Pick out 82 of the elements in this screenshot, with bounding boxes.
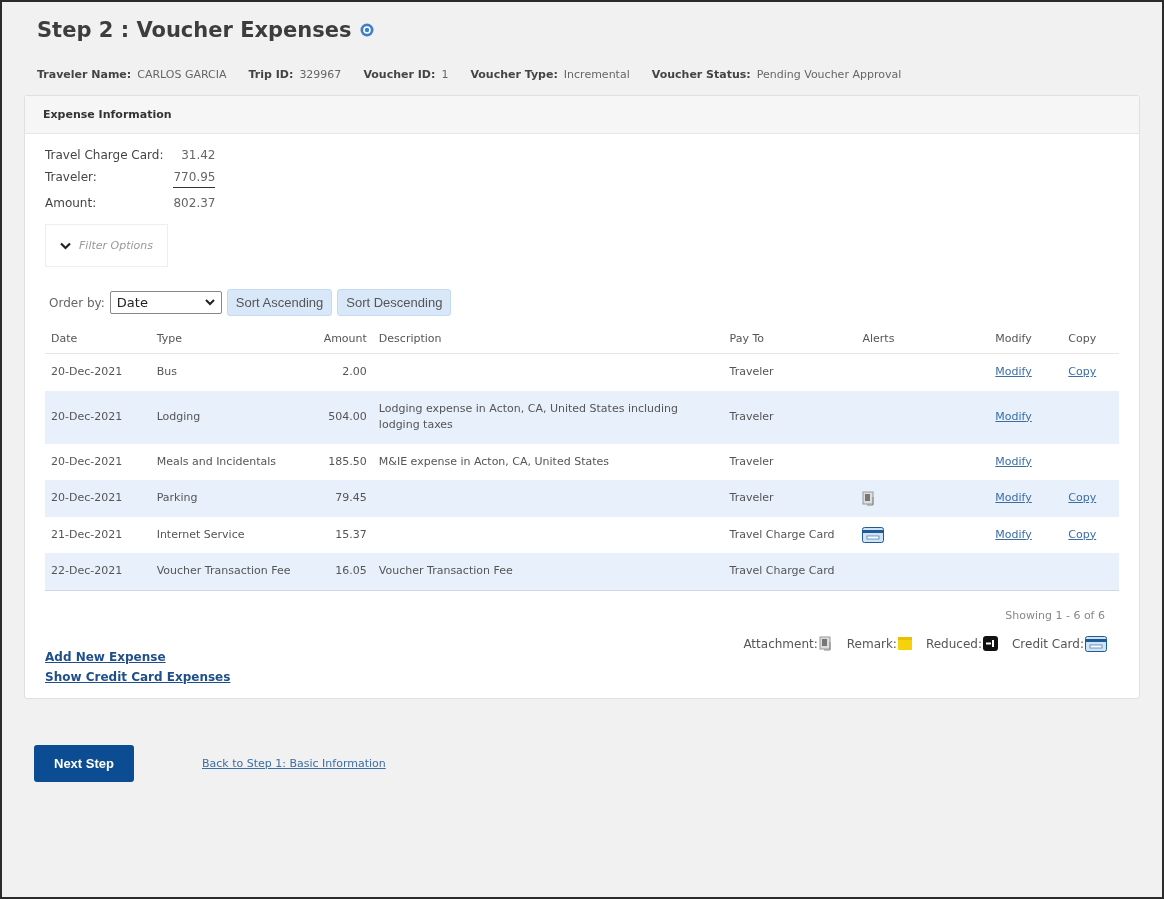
legend-label: Attachment: bbox=[743, 636, 818, 651]
info-value: 329967 bbox=[299, 68, 342, 81]
modify-link[interactable]: Modify bbox=[995, 409, 1032, 423]
credit-card-icon bbox=[1085, 635, 1107, 652]
table-cell: Internet Service bbox=[150, 516, 306, 553]
table-cell: Parking bbox=[150, 480, 306, 517]
info-label: Voucher Type: bbox=[470, 68, 558, 81]
copy-link[interactable]: Copy bbox=[1068, 527, 1097, 541]
table-cell: Bus bbox=[150, 353, 306, 391]
table-cell: Meals and Incidentals bbox=[150, 443, 306, 480]
modify-link[interactable]: Modify bbox=[995, 491, 1032, 504]
table-cell: M&IE expense in Acton, CA, United States bbox=[378, 454, 610, 468]
table-cell: 185.50 bbox=[305, 443, 373, 480]
legend-label: Credit Card: bbox=[1011, 636, 1084, 651]
help-icon[interactable] bbox=[359, 23, 374, 37]
sort-button[interactable]: Sort Ascending bbox=[226, 289, 333, 316]
info-label: Traveler Name: bbox=[37, 68, 132, 81]
column-header: Copy bbox=[1062, 324, 1119, 354]
info-value: CARLOS GARCIA bbox=[137, 68, 227, 81]
next-step-button[interactable]: Next Step bbox=[34, 744, 134, 782]
column-header: Amount bbox=[305, 324, 373, 354]
modify-link[interactable]: Modify bbox=[995, 454, 1032, 468]
table-cell: Voucher Transaction Fee bbox=[150, 553, 306, 590]
column-header: Date bbox=[45, 324, 151, 354]
back-link[interactable]: Back to Step 1: Basic Information bbox=[201, 756, 386, 770]
column-header: Type bbox=[150, 324, 306, 354]
column-header: Description bbox=[372, 324, 724, 354]
info-label: Voucher ID: bbox=[363, 68, 436, 81]
attachment-icon bbox=[818, 636, 833, 651]
column-header: Alerts bbox=[856, 324, 990, 354]
info-label: Voucher Status: bbox=[651, 68, 751, 81]
column-header: Modify bbox=[989, 324, 1063, 354]
reduced-icon bbox=[982, 636, 998, 651]
table-cell: 20-Dec-2021 bbox=[45, 443, 151, 480]
table-cell: Lodging bbox=[150, 390, 306, 444]
info-label: Trip ID: bbox=[248, 68, 294, 81]
action-link[interactable]: Show Credit Card Expenses bbox=[45, 669, 231, 684]
legend-label: Reduced: bbox=[925, 636, 982, 651]
pagination-summary: Showing 1 - 6 of 6 bbox=[1004, 607, 1106, 622]
table-cell: 79.45 bbox=[305, 480, 373, 517]
info-value: Incremental bbox=[563, 68, 630, 81]
legend-label: Remark: bbox=[846, 636, 897, 651]
total-label: Travel Charge Card: bbox=[45, 148, 164, 162]
table-cell: 21-Dec-2021 bbox=[45, 516, 151, 553]
info-value: Pending Voucher Approval bbox=[756, 68, 902, 81]
filter-options-toggle[interactable]: Filter Options bbox=[45, 224, 168, 267]
table-cell: Voucher Transaction Fee bbox=[378, 564, 513, 577]
modify-link[interactable]: Modify bbox=[995, 365, 1032, 378]
note-icon bbox=[897, 636, 912, 651]
table-cell: 20-Dec-2021 bbox=[45, 390, 151, 444]
sort-button[interactable]: Sort Descending bbox=[337, 289, 452, 316]
page-title: Step 2 : Voucher Expenses bbox=[37, 18, 352, 42]
copy-link[interactable]: Copy bbox=[1068, 491, 1097, 504]
total-value: 31.42 bbox=[180, 148, 216, 162]
total-label: Traveler: bbox=[45, 170, 98, 186]
table-cell: 22-Dec-2021 bbox=[45, 553, 151, 590]
chevron-icon bbox=[60, 241, 71, 250]
table-cell: 504.00 bbox=[305, 390, 373, 444]
table-cell: Traveler bbox=[723, 443, 857, 480]
copy-link[interactable]: Copy bbox=[1068, 365, 1097, 378]
table-cell: Travel Charge Card bbox=[723, 516, 857, 553]
total-value: 802.37 bbox=[173, 196, 216, 210]
caret-icon bbox=[204, 299, 215, 306]
table-cell: 15.37 bbox=[305, 516, 373, 553]
info-value: 1 bbox=[441, 68, 449, 81]
table-cell: 16.05 bbox=[305, 553, 373, 590]
table-cell: Lodging expense in Acton, CA, United States including lodging taxes bbox=[378, 401, 678, 431]
table-cell: 2.00 bbox=[305, 353, 373, 391]
order-by-label: Order by: bbox=[49, 295, 105, 310]
modify-link[interactable]: Modify bbox=[995, 527, 1032, 541]
table-cell: 20-Dec-2021 bbox=[45, 480, 151, 517]
table-cell: Traveler bbox=[723, 390, 857, 444]
table-cell: Traveler bbox=[723, 353, 857, 391]
table-cell: Travel Charge Card bbox=[723, 553, 857, 590]
total-value: 770.95 bbox=[173, 170, 216, 188]
panel-title: Expense Information bbox=[25, 96, 1139, 134]
table-cell: Traveler bbox=[723, 480, 857, 517]
column-header: Pay To bbox=[723, 324, 857, 354]
table-cell: 20-Dec-2021 bbox=[45, 353, 151, 391]
order-by-select[interactable]: Date bbox=[109, 291, 222, 314]
total-label: Amount: bbox=[45, 196, 98, 210]
action-link[interactable]: Add New Expense bbox=[45, 649, 231, 664]
